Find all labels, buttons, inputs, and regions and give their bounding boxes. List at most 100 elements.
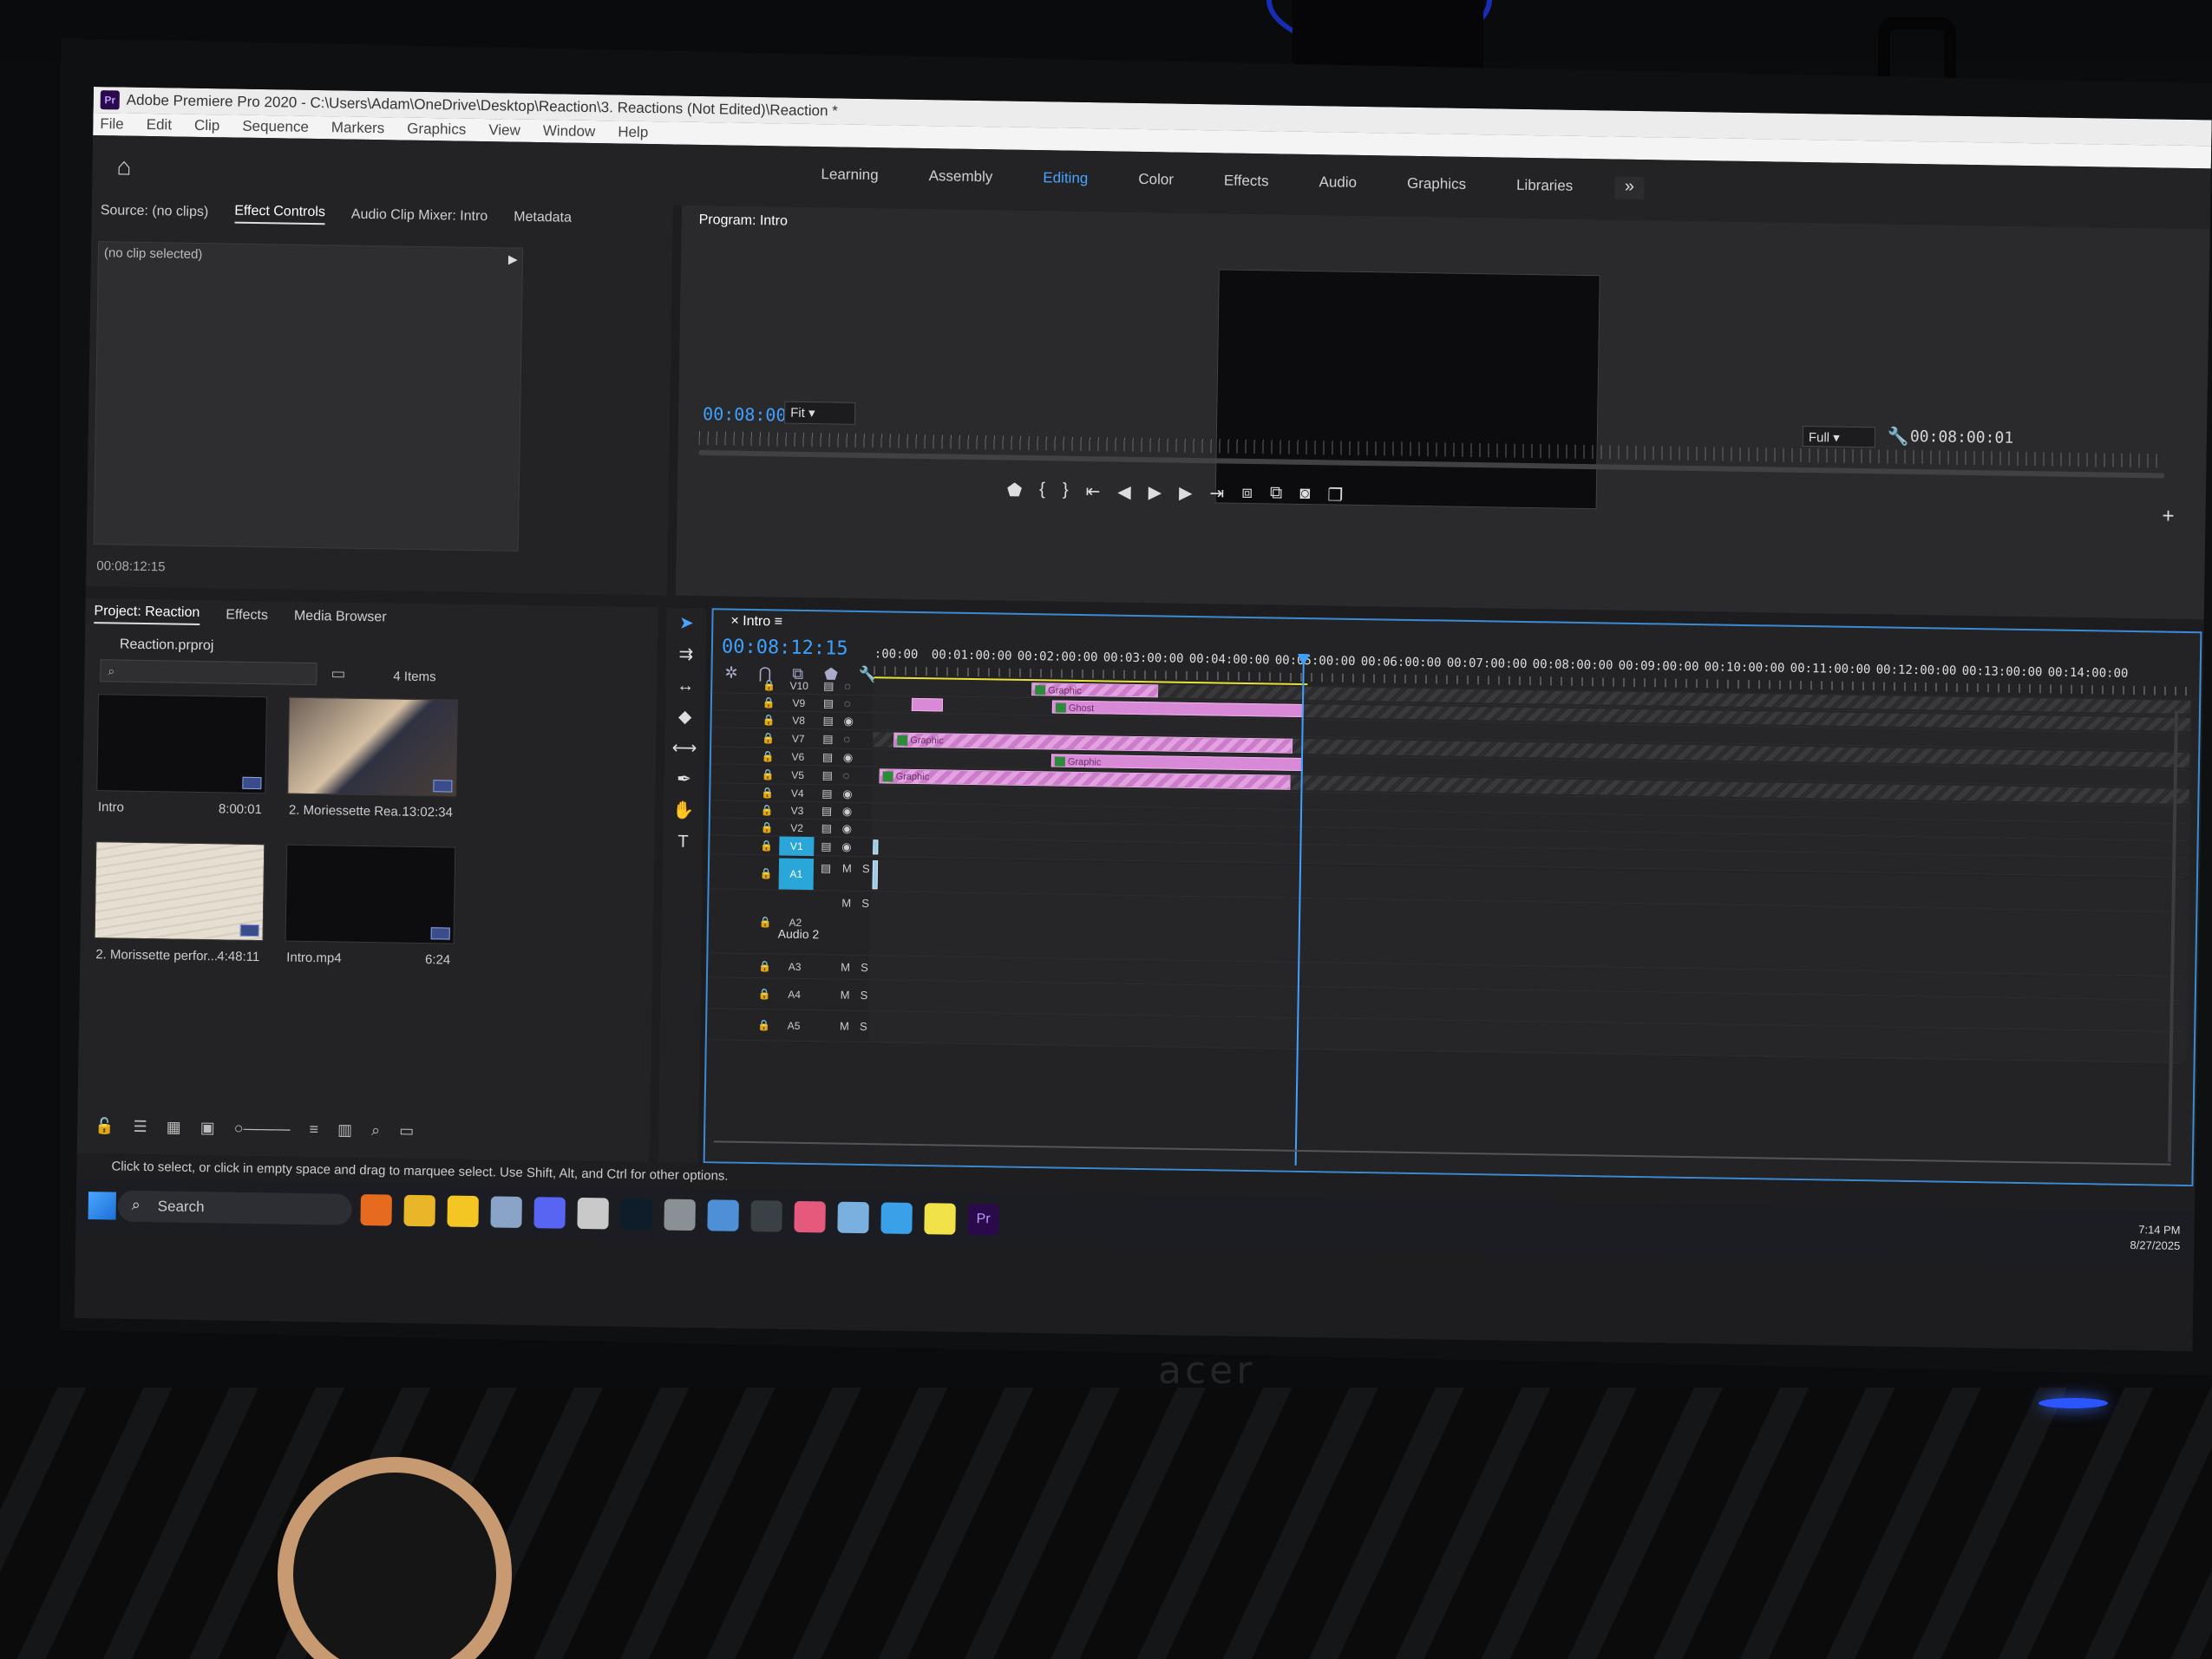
effect-controls-area[interactable]: (no clip selected) ▶: [93, 241, 524, 552]
marker-icon[interactable]: ⬟: [1007, 480, 1023, 501]
film-icon[interactable]: ▤: [822, 714, 834, 728]
tab-editing[interactable]: Editing: [1043, 169, 1088, 187]
lock-icon[interactable]: 🔒: [758, 988, 771, 1000]
notepad-icon[interactable]: [880, 1202, 913, 1234]
tab-project[interactable]: Project: Reaction: [94, 603, 200, 625]
tab-audio[interactable]: Audio: [1319, 173, 1357, 192]
cat-app-icon[interactable]: [664, 1199, 696, 1231]
pinned-app-icon[interactable]: [577, 1197, 609, 1230]
track-label[interactable]: V2: [780, 818, 815, 838]
freeform-view-icon[interactable]: ▣: [200, 1119, 215, 1137]
mute-button[interactable]: M: [841, 961, 850, 974]
lock-icon[interactable]: 🔒: [761, 787, 774, 799]
track-label[interactable]: V1: [779, 836, 815, 856]
eye-hidden-icon[interactable]: ◌: [843, 733, 850, 746]
lock-icon[interactable]: 🔒: [760, 839, 773, 852]
tab-color[interactable]: Color: [1138, 171, 1174, 189]
taskbar-search[interactable]: ⌕ Search: [117, 1190, 352, 1225]
automate-icon[interactable]: ▥: [337, 1121, 352, 1140]
expand-arrow-icon[interactable]: ▶: [508, 252, 518, 267]
lock-icon[interactable]: 🔒: [762, 732, 775, 744]
eye-hidden-icon[interactable]: ◌: [844, 697, 851, 710]
sync-lock-icon[interactable]: ▤: [821, 861, 832, 875]
tab-learning[interactable]: Learning: [821, 166, 878, 184]
lock-icon[interactable]: 🔓: [95, 1117, 115, 1135]
pen-icon[interactable]: ✒: [664, 763, 704, 795]
film-icon[interactable]: ▤: [823, 679, 834, 693]
taskbar-clock[interactable]: 7:14 PM 8/27/2025: [2130, 1222, 2180, 1254]
extract-icon[interactable]: ⧉: [1270, 483, 1283, 505]
obs-icon[interactable]: [750, 1200, 782, 1232]
file-explorer-icon[interactable]: [403, 1194, 435, 1227]
tab-effects-panel[interactable]: Effects: [226, 607, 268, 624]
sort-icon[interactable]: ≡: [309, 1120, 318, 1139]
selection-tool-icon[interactable]: ➤: [666, 607, 707, 639]
film-icon[interactable]: ▤: [821, 821, 833, 835]
eye-icon[interactable]: ◉: [843, 714, 854, 728]
project-clip-intro-mp4[interactable]: Intro.mp4 6:24: [285, 844, 456, 968]
windows-start-icon[interactable]: [88, 1192, 116, 1220]
add-button-icon[interactable]: +: [2162, 505, 2174, 529]
mark-out-icon[interactable]: }: [1063, 480, 1069, 502]
tab-assembly[interactable]: Assembly: [929, 167, 993, 186]
eye-hidden-icon[interactable]: ◌: [843, 769, 850, 782]
timeline-clip-intro-video[interactable]: [873, 839, 879, 855]
comparison-view-icon[interactable]: ❐: [1327, 484, 1343, 506]
solo-button[interactable]: S: [861, 897, 869, 910]
mute-button[interactable]: M: [841, 897, 851, 910]
project-clip-intro[interactable]: Intro 8:00:01: [96, 694, 267, 817]
timeline-timecode[interactable]: 00:08:12:15: [722, 636, 848, 659]
menu-markers[interactable]: Markers: [331, 119, 385, 137]
eye-icon[interactable]: ◉: [842, 787, 853, 800]
play-icon[interactable]: ▶: [1149, 481, 1162, 503]
timeline-clip-intro-audio[interactable]: [872, 860, 879, 890]
globe-app-icon[interactable]: [707, 1199, 739, 1231]
project-clip-reaction[interactable]: 2. Moriessette Rea... 13:02:34: [287, 696, 458, 820]
track-label[interactable]: A3: [777, 957, 812, 976]
folder-app-icon[interactable]: [924, 1203, 956, 1235]
lock-icon[interactable]: 🔒: [758, 960, 771, 972]
menu-edit[interactable]: Edit: [147, 116, 173, 134]
go-to-in-icon[interactable]: ⇤: [1085, 480, 1100, 502]
mute-button[interactable]: M: [841, 989, 850, 1002]
tab-audio-clip-mixer[interactable]: Audio Clip Mixer: Intro: [351, 207, 488, 225]
timeline-clip-graphic[interactable]: Graphic: [1050, 754, 1304, 771]
audio-app-icon[interactable]: [620, 1198, 652, 1231]
track-label[interactable]: V5: [780, 765, 815, 785]
export-frame-icon[interactable]: ◙: [1299, 484, 1310, 506]
menu-help[interactable]: Help: [618, 123, 648, 141]
track-label[interactable]: A5: [776, 1016, 811, 1035]
firefox-icon[interactable]: [360, 1193, 392, 1226]
eye-icon[interactable]: ◉: [841, 839, 852, 853]
menu-window[interactable]: Window: [543, 122, 596, 140]
resolution-dropdown[interactable]: Full ▾: [1802, 425, 1876, 448]
solo-button[interactable]: S: [861, 989, 868, 1002]
tab-metadata[interactable]: Metadata: [514, 210, 572, 226]
timeline-clip-graphic[interactable]: Graphic: [1031, 683, 1159, 698]
menu-graphics[interactable]: Graphics: [407, 121, 466, 139]
lock-icon[interactable]: 🔒: [762, 696, 776, 709]
tab-effects[interactable]: Effects: [1224, 172, 1269, 190]
film-icon[interactable]: ▤: [822, 732, 834, 746]
solo-button[interactable]: S: [861, 961, 868, 974]
lift-icon[interactable]: ⧈: [1241, 483, 1253, 505]
find-icon[interactable]: ⌕: [371, 1121, 380, 1140]
lock-icon[interactable]: 🔒: [761, 821, 774, 833]
new-bin-icon[interactable]: ▭: [330, 664, 345, 683]
program-video-frame[interactable]: [1214, 269, 1600, 510]
premiere-taskbar-icon[interactable]: Pr: [967, 1203, 999, 1236]
eye-hidden-icon[interactable]: ◌: [844, 680, 851, 693]
tab-libraries[interactable]: Libraries: [1516, 177, 1573, 195]
track-select-tool-icon[interactable]: ⇉: [666, 638, 707, 670]
hand-icon[interactable]: ✋: [664, 794, 704, 826]
track-label[interactable]: A4: [776, 984, 811, 1004]
lock-icon[interactable]: 🔒: [761, 804, 774, 816]
eye-icon[interactable]: ◉: [842, 821, 853, 835]
zoom-slider[interactable]: ○———: [234, 1120, 291, 1139]
tab-media-browser[interactable]: Media Browser: [294, 609, 387, 626]
menu-view[interactable]: View: [488, 121, 520, 140]
step-back-icon[interactable]: ◀: [1117, 481, 1131, 503]
lock-icon[interactable]: 🔒: [762, 679, 776, 691]
zoom-fit-dropdown[interactable]: Fit ▾: [783, 401, 856, 425]
icon-view-icon[interactable]: ▦: [167, 1118, 181, 1136]
